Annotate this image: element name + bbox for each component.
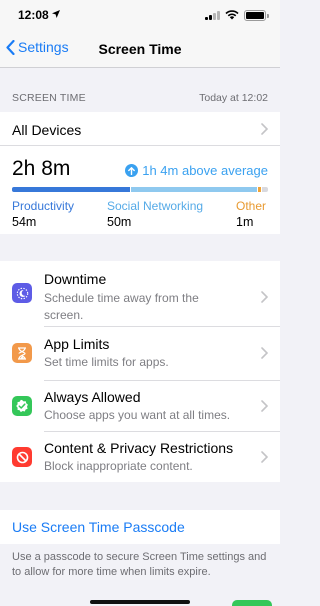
passcode-card: Use Screen Time Passcode — [0, 510, 280, 544]
usage-bar-social-networking — [131, 187, 257, 192]
legend-social-networking: Social Networking 50m — [107, 199, 203, 229]
average-comparison-text: 1h 4m above average — [142, 163, 268, 178]
usage-summary-card: All Devices 2h 8m 1h 4m above average Pr… — [0, 112, 280, 234]
chevron-right-icon — [261, 291, 268, 303]
legend-productivity: Productivity 54m — [12, 199, 74, 229]
setting-row-always-allowed[interactable]: Always Allowed Choose apps you want at a… — [0, 380, 280, 431]
setting-description: Schedule time away from the screen. — [44, 291, 199, 322]
toggle-switch[interactable] — [232, 600, 272, 606]
chevron-right-icon — [261, 400, 268, 412]
navigation-bar: Settings Screen Time — [0, 30, 280, 68]
wifi-icon — [225, 10, 239, 20]
settings-list: Downtime Schedule time away from the scr… — [0, 261, 280, 482]
location-arrow-icon — [52, 10, 60, 18]
moon-icon — [12, 283, 32, 303]
page-title: Screen Time — [98, 41, 182, 57]
restriction-icon — [12, 447, 32, 467]
battery-icon — [244, 9, 269, 21]
setting-row-content-privacy[interactable]: Content & Privacy Restrictions Block ina… — [0, 431, 280, 482]
chevron-right-icon — [261, 347, 268, 359]
setting-row-app-limits[interactable]: App Limits Set time limits for apps. — [0, 326, 280, 380]
setting-description: Set time limits for apps. — [44, 355, 169, 369]
section-label: SCREEN TIME — [12, 92, 86, 104]
usage-bar — [12, 187, 268, 192]
legend-other: Other 1m — [236, 199, 266, 229]
all-devices-label: All Devices — [12, 122, 82, 138]
hourglass-icon — [12, 343, 32, 363]
total-time: 2h 8m — [12, 157, 71, 180]
section-header: SCREEN TIME Today at 12:02 — [12, 92, 268, 104]
use-passcode-button[interactable]: Use Screen Time Passcode — [12, 519, 185, 535]
chevron-right-icon — [261, 451, 268, 463]
usage-bar-productivity — [12, 187, 130, 192]
setting-title: Downtime — [44, 271, 107, 287]
setting-title: Content & Privacy Restrictions — [44, 440, 234, 456]
setting-description: Block inappropriate content. — [44, 459, 193, 473]
all-devices-row[interactable]: All Devices — [0, 112, 280, 146]
date-label: Today at 12:02 — [199, 92, 268, 104]
setting-row-downtime[interactable]: Downtime Schedule time away from the scr… — [0, 261, 280, 325]
legend-value: 50m — [107, 215, 132, 229]
setting-title: Always Allowed — [44, 389, 141, 405]
cellular-signal-icon — [205, 10, 220, 20]
setting-description: Choose apps you want at all times. — [44, 408, 231, 422]
average-comparison: 1h 4m above average — [125, 163, 268, 178]
status-bar: 12:08 — [0, 0, 280, 30]
legend-name: Productivity — [12, 199, 75, 213]
legend-value: 1m — [236, 215, 254, 229]
checkmark-icon — [12, 396, 32, 416]
chevron-right-icon — [261, 123, 268, 135]
usage-bar-other — [258, 187, 261, 192]
status-icons — [205, 9, 269, 21]
home-indicator — [90, 600, 190, 604]
usage-bar-remainder — [262, 187, 268, 192]
arrow-up-circle-icon — [125, 164, 139, 177]
legend-value: 54m — [12, 215, 37, 229]
legend-name: Other — [236, 199, 267, 213]
passcode-footer-note: Use a passcode to secure Screen Time set… — [12, 551, 267, 578]
legend-name: Social Networking — [107, 199, 204, 213]
status-time: 12:08 — [18, 8, 49, 22]
setting-title: App Limits — [44, 336, 110, 352]
